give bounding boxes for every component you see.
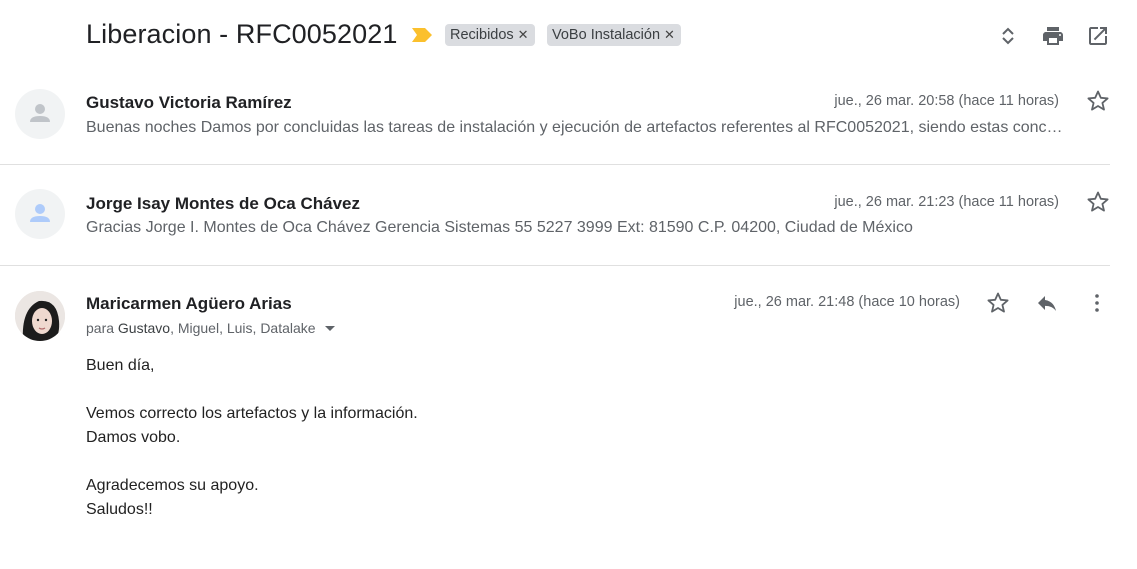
importance-marker-icon[interactable] — [412, 28, 432, 42]
message-collapsed[interactable]: Gustavo Victoria Ramírez jue., 26 mar. 2… — [0, 72, 1110, 164]
sender-name[interactable]: Maricarmen Agüero Arias — [86, 294, 292, 314]
message-date: jue., 26 mar. 20:58 (hace 11 horas) — [834, 93, 1059, 109]
reply-icon[interactable] — [1035, 291, 1059, 315]
dropdown-arrow-icon[interactable] — [325, 326, 336, 332]
close-icon[interactable]: ✕ — [518, 27, 529, 42]
person-icon — [30, 204, 50, 222]
sender-name: Gustavo Victoria Ramírez — [86, 93, 292, 112]
sender-name: Jorge Isay Montes de Oca Chávez — [86, 194, 360, 213]
message-snippet: Buenas noches Damos por concluidas las t… — [86, 119, 1063, 136]
expand-all-icon[interactable] — [996, 24, 1020, 48]
body-line: Vemos correcto los artefactos y la infor… — [86, 405, 418, 422]
message-collapsed[interactable]: Jorge Isay Montes de Oca Chávez jue., 26… — [0, 165, 1110, 265]
label-chip-vobo-instalacion: VoBo Instalación ✕ — [547, 24, 681, 46]
star-icon[interactable] — [986, 291, 1010, 315]
body-line: Damos vobo. — [86, 429, 181, 446]
thread-subject: Liberacion - RFC0052021 — [86, 19, 398, 49]
star-icon[interactable] — [1086, 89, 1110, 113]
avatar — [15, 189, 65, 239]
close-icon[interactable]: ✕ — [664, 27, 675, 42]
label-chip-text: Recibidos — [450, 27, 514, 43]
message-body: Buen día, Vemos correcto los artefactos … — [86, 354, 418, 522]
message-date: jue., 26 mar. 21:23 (hace 11 horas) — [834, 194, 1059, 210]
label-chip-recibidos: Recibidos ✕ — [445, 24, 535, 46]
recipients-prefix: para — [86, 320, 115, 336]
body-line: Buen día, — [86, 357, 155, 374]
print-icon[interactable] — [1041, 24, 1065, 48]
message-date: jue., 26 mar. 21:48 (hace 10 horas) — [734, 294, 960, 310]
star-icon[interactable] — [1086, 190, 1110, 214]
thread-header: Liberacion - RFC0052021 Recibidos ✕ VoBo … — [0, 0, 1137, 72]
profile-photo — [15, 291, 65, 341]
recipients-rest: , Miguel, Luis, Datalake — [170, 320, 316, 336]
recipients-line[interactable]: para Gustavo, Miguel, Luis, Datalake — [86, 320, 336, 336]
person-icon — [30, 104, 50, 122]
message-snippet: Gracias Jorge I. Montes de Oca Chávez Ge… — [86, 219, 913, 236]
body-line: Agradecemos su apoyo. — [86, 477, 259, 494]
open-in-new-window-icon[interactable] — [1086, 24, 1110, 48]
more-vert-icon[interactable] — [1085, 291, 1109, 315]
label-chip-text: VoBo Instalación — [552, 27, 661, 43]
avatar — [15, 89, 65, 139]
avatar — [15, 291, 65, 341]
body-line: Saludos!! — [86, 501, 153, 518]
recipient-first: Gustavo — [117, 320, 171, 336]
